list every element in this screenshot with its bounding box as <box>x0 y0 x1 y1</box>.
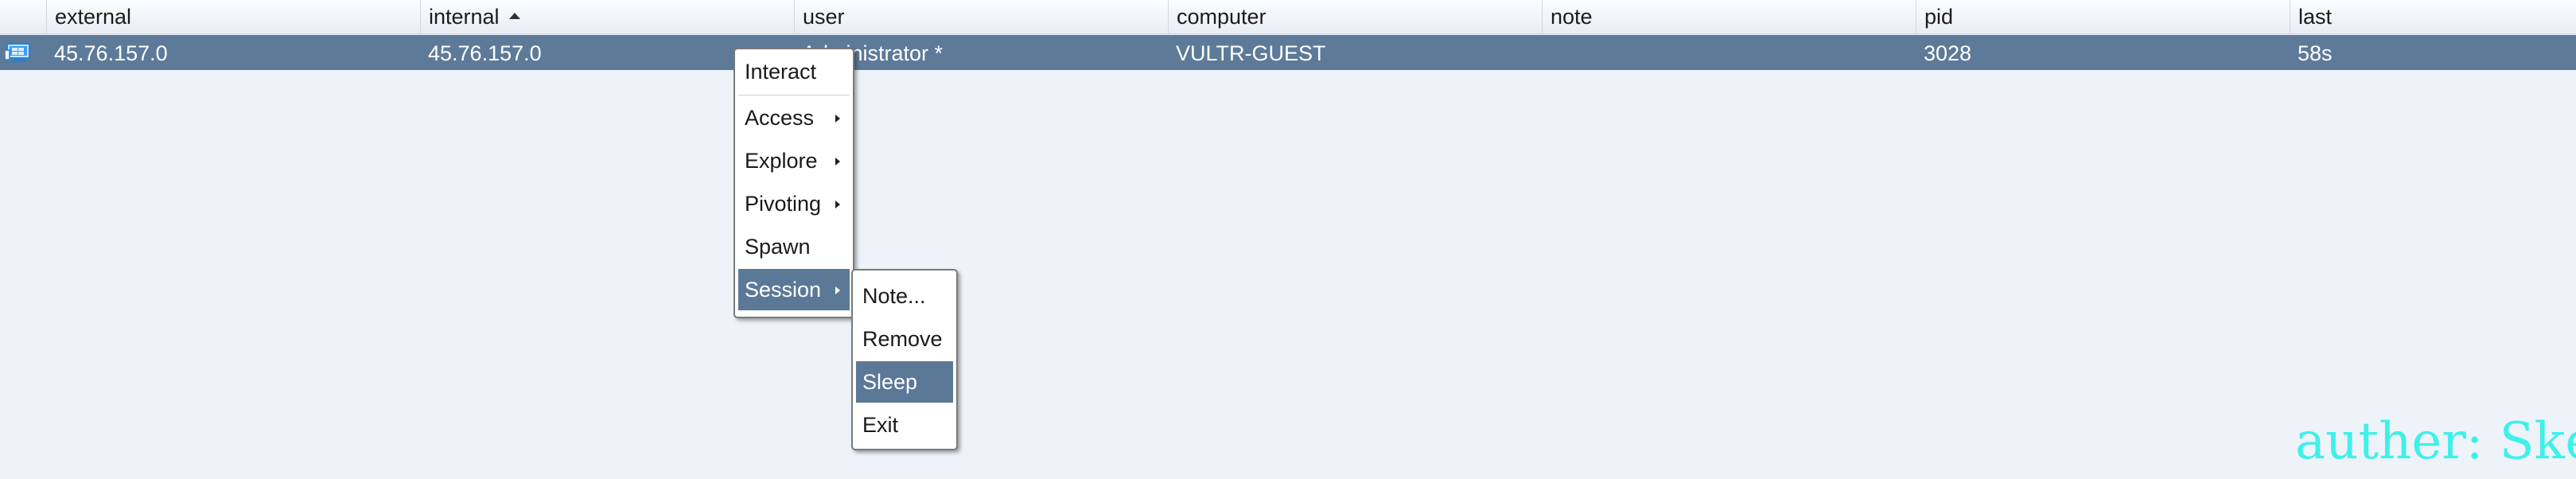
table-header: external internal user computer note pid… <box>0 0 2576 34</box>
author-watermark: auther: Ske <box>2295 412 2576 471</box>
column-header-internal[interactable]: internal <box>420 0 794 33</box>
menu-item-label: Interact <box>745 60 817 84</box>
menu-item-label: Access <box>745 106 815 130</box>
column-header-internal-label: internal <box>429 5 500 29</box>
submenu-arrow-icon <box>835 115 840 123</box>
column-header-external[interactable]: external <box>46 0 420 33</box>
cell-computer: VULTR-GUEST <box>1176 41 1326 65</box>
menu-item-label: Sleep <box>862 370 918 394</box>
menu-item-label: Exit <box>862 413 899 437</box>
submenu-item-remove[interactable]: Remove <box>856 318 953 360</box>
menu-item-pivoting[interactable]: Pivoting <box>738 183 850 224</box>
submenu-arrow-icon <box>835 158 840 166</box>
session-submenu: Note... Remove Sleep Exit <box>851 269 958 450</box>
column-header-user[interactable]: user <box>794 0 1168 33</box>
submenu-item-note[interactable]: Note... <box>856 275 953 317</box>
menu-item-spawn[interactable]: Spawn <box>738 226 850 267</box>
menu-item-interact[interactable]: Interact <box>738 51 850 92</box>
column-header-pid[interactable]: pid <box>1916 0 2290 33</box>
table-row[interactable]: 45.76.157.0 45.76.157.0 Administrator * … <box>0 35 2576 70</box>
cell-last: 58s <box>2298 41 2333 65</box>
cell-pid: 3028 <box>1924 41 1972 65</box>
context-menu: Interact Access Explore Pivoting Spawn S… <box>733 48 854 318</box>
menu-item-label: Explore <box>745 149 818 173</box>
windows-host-icon <box>5 43 30 62</box>
menu-item-session[interactable]: Session <box>738 269 850 310</box>
column-header-note[interactable]: note <box>1542 0 1916 33</box>
column-header-icon[interactable] <box>0 0 46 33</box>
menu-item-access[interactable]: Access <box>738 97 850 138</box>
menu-item-explore[interactable]: Explore <box>738 140 850 181</box>
sort-ascending-icon <box>508 12 520 19</box>
menu-item-label: Note... <box>862 284 926 308</box>
column-header-last[interactable]: last <box>2290 0 2576 33</box>
menu-item-label: Remove <box>862 327 943 351</box>
beacon-table-view: external internal user computer note pid… <box>0 0 2576 479</box>
submenu-item-sleep[interactable]: Sleep <box>856 361 953 403</box>
menu-item-label: Pivoting <box>745 192 822 216</box>
submenu-arrow-icon <box>835 286 840 294</box>
column-header-computer[interactable]: computer <box>1168 0 1542 33</box>
menu-item-label: Spawn <box>745 235 811 259</box>
cell-external: 45.76.157.0 <box>54 41 168 65</box>
submenu-arrow-icon <box>835 201 840 208</box>
submenu-item-exit[interactable]: Exit <box>856 404 953 446</box>
menu-item-label: Session <box>745 278 822 302</box>
cell-internal: 45.76.157.0 <box>428 41 542 65</box>
